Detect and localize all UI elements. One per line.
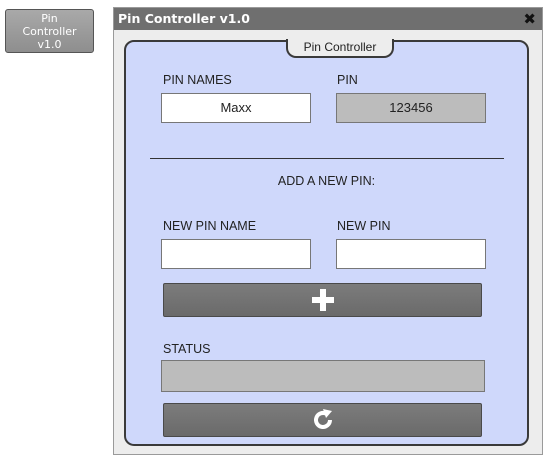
window-title: Pin Controller v1.0 — [118, 11, 250, 26]
pin-names-label: PIN NAMES — [163, 73, 232, 87]
add-new-pin-heading: ADD A NEW PIN: — [277, 174, 376, 188]
tab-pin-controller[interactable]: Pin Controller — [286, 39, 394, 58]
launcher-line-3: v1.0 — [37, 38, 62, 51]
add-pin-button[interactable] — [163, 283, 482, 317]
new-pin-input[interactable] — [336, 239, 486, 269]
window-titlebar[interactable]: Pin Controller v1.0 ✖ — [114, 8, 542, 30]
pin-value-field: 123456 — [336, 93, 486, 123]
close-icon[interactable]: ✖ — [523, 8, 536, 30]
pin-controller-panel: Pin Controller PIN NAMES PIN Maxx 123456… — [124, 39, 529, 446]
section-divider — [150, 158, 504, 159]
new-pin-name-input[interactable] — [161, 239, 311, 269]
pin-label: PIN — [337, 73, 358, 87]
new-pin-name-label: NEW PIN NAME — [163, 219, 257, 233]
status-field — [161, 360, 485, 392]
refresh-button[interactable] — [163, 403, 482, 437]
pin-controller-window: Pin Controller v1.0 ✖ Pin Controller PIN… — [113, 7, 543, 455]
refresh-icon — [313, 409, 332, 429]
pin-name-field[interactable]: Maxx — [161, 93, 311, 123]
launcher-line-2: Controller — [22, 25, 77, 38]
plus-icon — [311, 289, 334, 311]
launcher-line-1: Pin — [41, 12, 58, 25]
pin-controller-launcher[interactable]: Pin Controller v1.0 — [5, 9, 94, 53]
new-pin-label: NEW PIN — [337, 219, 391, 233]
status-label: STATUS — [163, 342, 211, 356]
